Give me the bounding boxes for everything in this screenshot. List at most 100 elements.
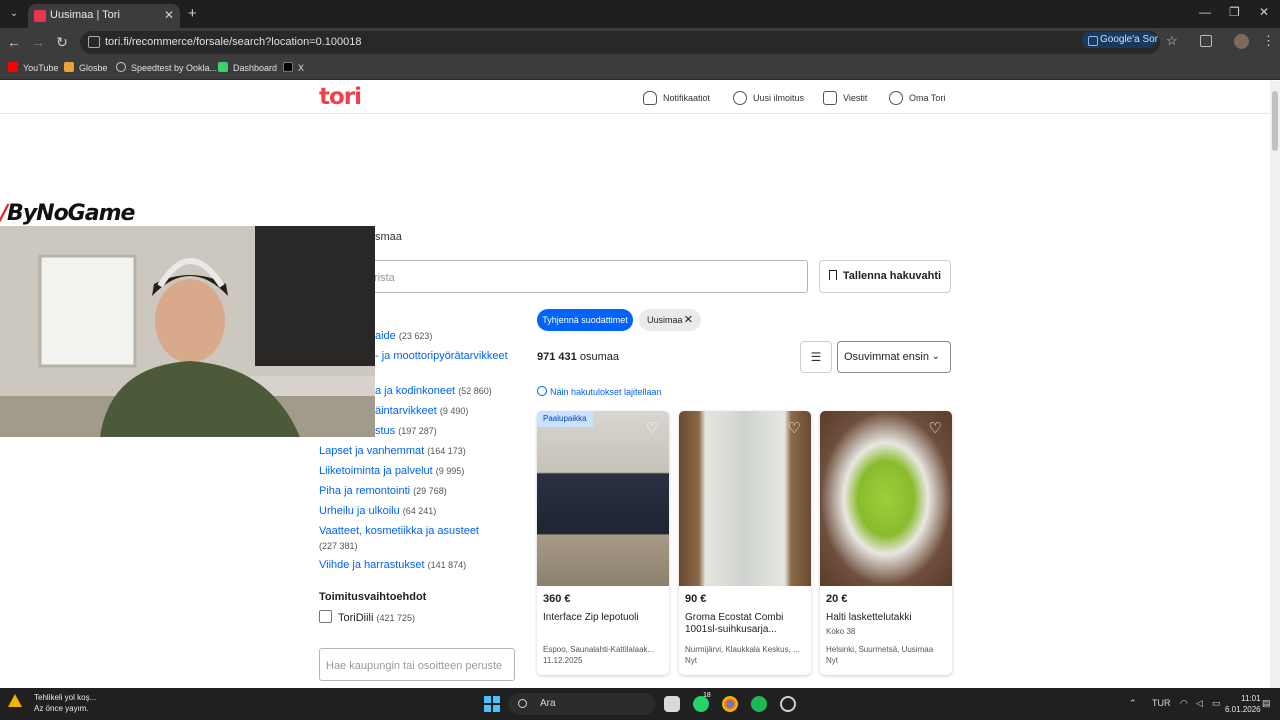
scrollbar-thumb[interactable] (1272, 91, 1278, 151)
app-icon[interactable] (780, 696, 796, 712)
site-header: tori Notifikaatiot Uusi ilmoitus Viestit… (0, 81, 1270, 114)
bynogame-logo: ∕ByNoGame (0, 201, 135, 226)
browser-tab-bar: ⌄ Uusimaa | Tori ✕ + — ❐ ✕ (0, 0, 1280, 28)
notifications-icon[interactable]: ▤ (1262, 698, 1271, 709)
clock[interactable]: 11:01 6.01.2026 (1225, 693, 1261, 715)
tab-close-icon[interactable]: ✕ (164, 8, 174, 22)
listing-image[interactable] (537, 411, 669, 586)
site-info-icon[interactable] (88, 36, 100, 48)
category-item[interactable]: Lapset ja vanhemmat (164 173) (319, 445, 466, 457)
region-filter-chip[interactable]: Uusimaa ✕ (639, 309, 701, 331)
remove-filter-icon[interactable]: ✕ (684, 309, 693, 331)
category-item[interactable]: Urheilu ja ulkoilu (64 241) (319, 505, 436, 517)
delivery-options-title: Toimitusvaihtoehdot (319, 591, 427, 603)
bookmark-youtube[interactable]: YouTube (8, 62, 58, 73)
bell-icon (643, 91, 657, 105)
file-explorer-icon[interactable] (664, 696, 680, 712)
back-icon[interactable]: ← (6, 34, 22, 50)
extensions-icon[interactable] (1200, 35, 1212, 47)
google-search-button[interactable]: Google'a Sor (1082, 32, 1158, 48)
windows-start-icon[interactable] (484, 696, 500, 712)
nav-messages[interactable]: Viestit (823, 91, 867, 105)
listing-image[interactable] (820, 411, 952, 586)
bookmark-glosbe[interactable]: Glosbe (64, 62, 108, 73)
bookmark-dashboard[interactable]: Dashboard (218, 62, 277, 73)
listing-card[interactable]: ♡ 20 € Halti laskettelutakki Koko 38 Hel… (820, 411, 952, 675)
listing-title[interactable]: Interface Zip lepotuoli (543, 612, 665, 624)
language-indicator[interactable]: TUR (1152, 698, 1171, 708)
new-tab-icon[interactable]: + (188, 5, 197, 22)
nav-notifications[interactable]: Notifikaatiot (643, 91, 710, 105)
battery-icon[interactable]: ▭ (1212, 698, 1221, 709)
tori-logo[interactable]: tori (319, 84, 362, 110)
toridiili-checkbox[interactable] (319, 610, 332, 623)
volume-icon[interactable]: ◁ (1196, 698, 1203, 709)
category-item[interactable]: Vaatteet, kosmetiikka ja asusteet (319, 525, 479, 537)
wifi-icon[interactable]: ◠ (1180, 698, 1188, 709)
tab-title: Uusimaa | Tori (50, 9, 120, 21)
restore-icon[interactable]: ❐ (1229, 5, 1240, 19)
clear-filters-chip[interactable]: Tyhjennä suodattimet (537, 309, 633, 331)
omnibox[interactable]: tori.fi/recommerce/forsale/search?locati… (80, 31, 1160, 54)
taskbar-search[interactable]: Ara (508, 693, 655, 715)
forward-icon[interactable]: → (30, 34, 46, 50)
web-page: tori Notifikaatiot Uusi ilmoitus Viestit… (0, 81, 1270, 688)
category-item[interactable]: Viihde ja harrastukset (141 874) (319, 559, 466, 571)
page-scrollbar[interactable] (1270, 81, 1280, 688)
minimize-icon[interactable]: — (1199, 5, 1211, 19)
category-item[interactable]: stus (197 287) (375, 425, 437, 437)
listing-date: Nyt (826, 656, 838, 665)
spotify-icon[interactable] (751, 696, 767, 712)
address-search-input[interactable]: Hae kaupungin tai osoitteen peruste (319, 648, 515, 681)
sort-select[interactable]: Osuvimmat ensin ⌄ (837, 341, 951, 373)
favorite-heart-icon[interactable]: ♡ (646, 419, 659, 437)
glosbe-icon (64, 62, 74, 72)
reload-icon[interactable]: ↻ (54, 34, 70, 51)
favorite-heart-icon[interactable]: ♡ (788, 419, 801, 437)
speedtest-icon (116, 62, 126, 72)
listing-price: 360 € (543, 593, 571, 605)
bookmark-x[interactable]: X (283, 62, 304, 73)
listing-card[interactable]: Paalupaikka ♡ 360 € Interface Zip lepotu… (537, 411, 669, 675)
url-text[interactable]: tori.fi/recommerce/forsale/search?locati… (105, 36, 362, 48)
listing-image[interactable] (679, 411, 811, 586)
category-item[interactable]: aide (23 623) (375, 330, 432, 342)
bookmark-icon (828, 270, 837, 280)
search-input[interactable]: rista (319, 260, 808, 293)
browser-tab[interactable]: Uusimaa | Tori ✕ (28, 4, 180, 28)
bookmark-speedtest[interactable]: Speedtest by Ookla... (116, 62, 217, 73)
chrome-icon[interactable] (722, 696, 738, 712)
listing-location: Helsinki, Suurmetsä, Uusimaa (826, 645, 934, 654)
nav-my-tori[interactable]: Oma Tori (889, 91, 945, 105)
address-bar: ← → ↻ tori.fi/recommerce/forsale/search?… (0, 28, 1280, 57)
window-close-icon[interactable]: ✕ (1259, 5, 1269, 19)
sort-info-link[interactable]: Näin hakutulokset lajitellaan (537, 386, 662, 397)
category-item[interactable]: Liiketoiminta ja palvelut (9 995) (319, 465, 464, 477)
nav-new-listing[interactable]: Uusi ilmoitus (733, 91, 804, 105)
profile-avatar[interactable] (1234, 34, 1249, 49)
category-item[interactable]: a ja kodinkoneet (52 860) (375, 385, 492, 397)
listing-card[interactable]: ♡ 90 € Groma Ecostat Combi 1001sl-suihku… (679, 411, 811, 675)
list-view-icon[interactable]: ☰ (800, 341, 832, 373)
listing-title[interactable]: Halti laskettelutakki (826, 612, 948, 624)
category-item[interactable]: - ja moottoripyörätarvikkeet (375, 350, 508, 362)
category-item[interactable]: Piha ja remontointi (29 768) (319, 485, 447, 497)
save-search-button[interactable]: Tallenna hakuvahti (819, 260, 951, 293)
windows-taskbar: Tehlikeli yol koş... Az önce yayım. Ara 1… (0, 688, 1280, 720)
bookmark-star-icon[interactable]: ☆ (1166, 33, 1178, 49)
warning-icon (8, 694, 22, 707)
listing-date: 11.12.2025 (543, 656, 583, 665)
browser-menu-icon[interactable]: ⋮ (1262, 33, 1275, 49)
category-count: (227 381) (319, 541, 358, 551)
tab-search-icon[interactable]: ⌄ (6, 6, 22, 22)
toridiili-label[interactable]: ToriDiili (421 725) (338, 612, 415, 624)
plus-circle-icon (733, 91, 747, 105)
dashboard-icon (218, 62, 228, 72)
result-count: 971 431 osumaa (537, 351, 619, 363)
info-icon (537, 386, 547, 396)
show-hidden-icons[interactable]: ⌃ (1129, 698, 1137, 709)
favorite-heart-icon[interactable]: ♡ (929, 419, 942, 437)
listing-title[interactable]: Groma Ecostat Combi 1001sl-suihkusarja..… (685, 612, 807, 636)
category-item[interactable]: äintarvikkeet (9 490) (375, 405, 468, 417)
x-icon (283, 62, 293, 72)
